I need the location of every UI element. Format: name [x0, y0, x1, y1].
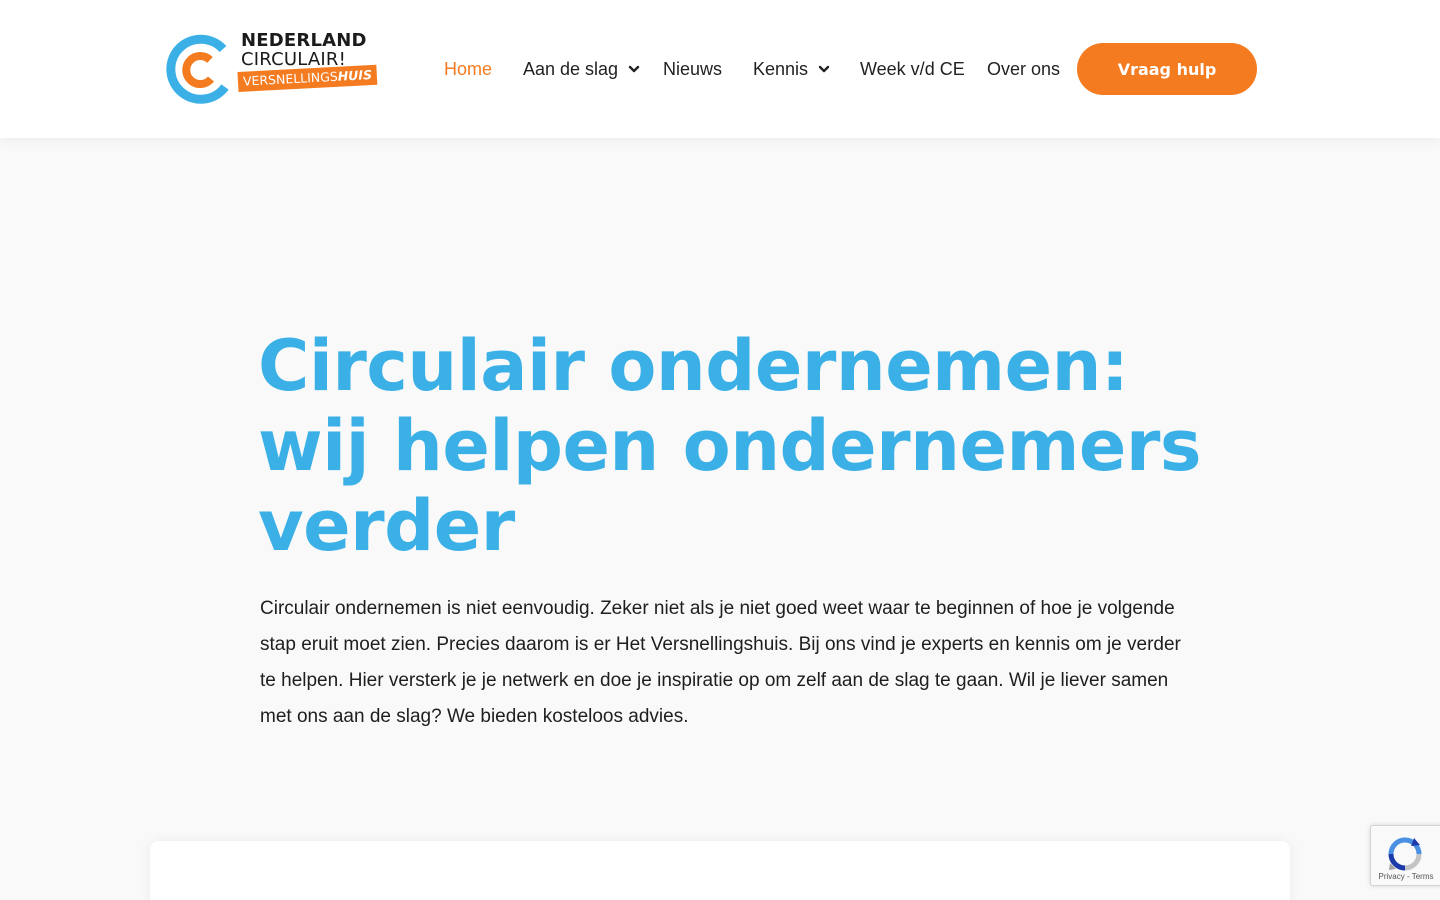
recaptcha-badge[interactable]: Privacy - Terms	[1370, 825, 1440, 886]
nav-item-nieuws[interactable]: Nieuws	[663, 56, 722, 82]
hero-title: Circulair ondernemen: wij helpen onderne…	[258, 326, 1218, 566]
hero-title-line: verder	[258, 485, 515, 567]
hero-title-line: Circulair ondernemen:	[258, 325, 1129, 407]
recaptcha-links: Privacy - Terms	[1371, 872, 1440, 881]
content-card	[150, 841, 1290, 900]
logo-c-icon	[166, 34, 229, 104]
logo-tag-bold: HUIS	[337, 66, 373, 84]
hero-title-line: wij helpen ondernemers	[258, 405, 1202, 487]
nav-item-label: Over ons	[987, 58, 1061, 79]
site-logo[interactable]: NEDERLAND CIRCULAIR! VERSNELLINGSHUIS	[163, 30, 393, 108]
site-header: NEDERLAND CIRCULAIR! VERSNELLINGSHUIS Ho…	[0, 0, 1440, 138]
hero-intro-text: Circulair ondernemen is niet eenvoudig. …	[260, 598, 1181, 727]
nav-item-aan-de-slag[interactable]: Aan de slag	[523, 56, 641, 82]
chevron-down-icon	[817, 62, 831, 76]
nav-item-label: Home	[444, 58, 493, 79]
nav-item-kennis[interactable]: Kennis	[753, 56, 831, 82]
recaptcha-privacy-link[interactable]: Privacy	[1379, 872, 1405, 881]
nav-item-label: Nieuws	[663, 58, 723, 79]
nav-item-label: Week v/d CE	[860, 58, 965, 79]
logo-tag-regular: VERSNELLINGS	[242, 68, 339, 89]
nav-item-label: Kennis	[753, 58, 809, 79]
recaptcha-terms-link[interactable]: Terms	[1412, 872, 1434, 881]
nav-item-week-vd-ce[interactable]: Week v/d CE	[860, 56, 965, 82]
vraag-hulp-button[interactable]: Vraag hulp	[1077, 43, 1257, 95]
recaptcha-icon	[1388, 837, 1422, 871]
nav-item-home[interactable]: Home	[444, 56, 492, 82]
logo-text-nederland: NEDERLAND	[241, 30, 367, 51]
chevron-down-icon	[627, 62, 641, 76]
nav-item-label: Aan de slag	[523, 58, 619, 79]
recaptcha-separator: -	[1404, 872, 1412, 881]
nav-item-over-ons[interactable]: Over ons	[987, 56, 1060, 82]
